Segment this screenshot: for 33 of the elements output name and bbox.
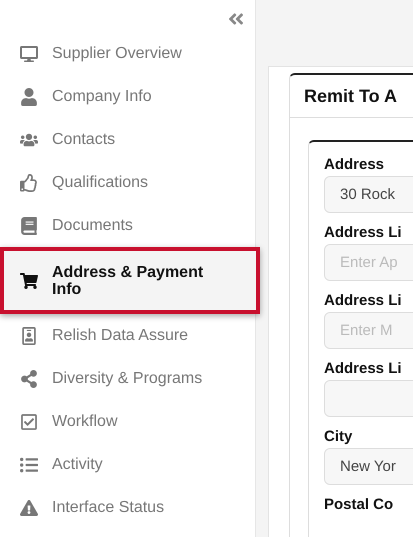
field-label: Address Li [324,224,403,243]
sidebar-item[interactable]: Activity [0,443,255,486]
sidebar-item[interactable]: Contacts [0,118,255,161]
field-label: Address [324,156,386,175]
sidebar-item[interactable]: Address & Payment Info [0,247,260,314]
sidebar-item[interactable]: Diversity & Programs [0,357,255,400]
input-field[interactable]: New Yor [324,448,413,485]
people-icon [20,130,38,148]
warning-icon [20,498,38,516]
sidebar-item[interactable]: Qualifications [0,161,255,204]
sidebar-item[interactable]: Interface Status [0,486,255,529]
sidebar-item[interactable]: Relish Data Assure [0,314,255,357]
field-label: Address Li [324,292,403,311]
field-label: City [324,428,354,447]
id-card-icon [20,326,38,344]
list-icon [20,456,38,474]
book-icon [20,216,38,234]
sidebar-item[interactable]: Documents [0,204,255,247]
input-field[interactable]: 30 Rock [324,176,413,213]
input-field[interactable]: Enter M [324,312,413,349]
thumbs-up-icon [20,174,38,192]
input-field[interactable]: Enter Ap [324,244,413,281]
sidebar-item[interactable]: Company Info [0,75,255,118]
field-label: Address Li [324,360,403,379]
monitor-icon [20,44,38,62]
person-icon [20,88,38,106]
field-label: Postal Co [324,496,394,515]
sidebar-item[interactable]: Supplier Overview [0,32,255,75]
checkbox-icon [20,412,38,430]
cart-icon [20,272,38,290]
card-title: Remit To A [304,86,397,106]
share-icon [20,370,38,388]
sidebar-item[interactable]: Workflow [0,400,255,443]
